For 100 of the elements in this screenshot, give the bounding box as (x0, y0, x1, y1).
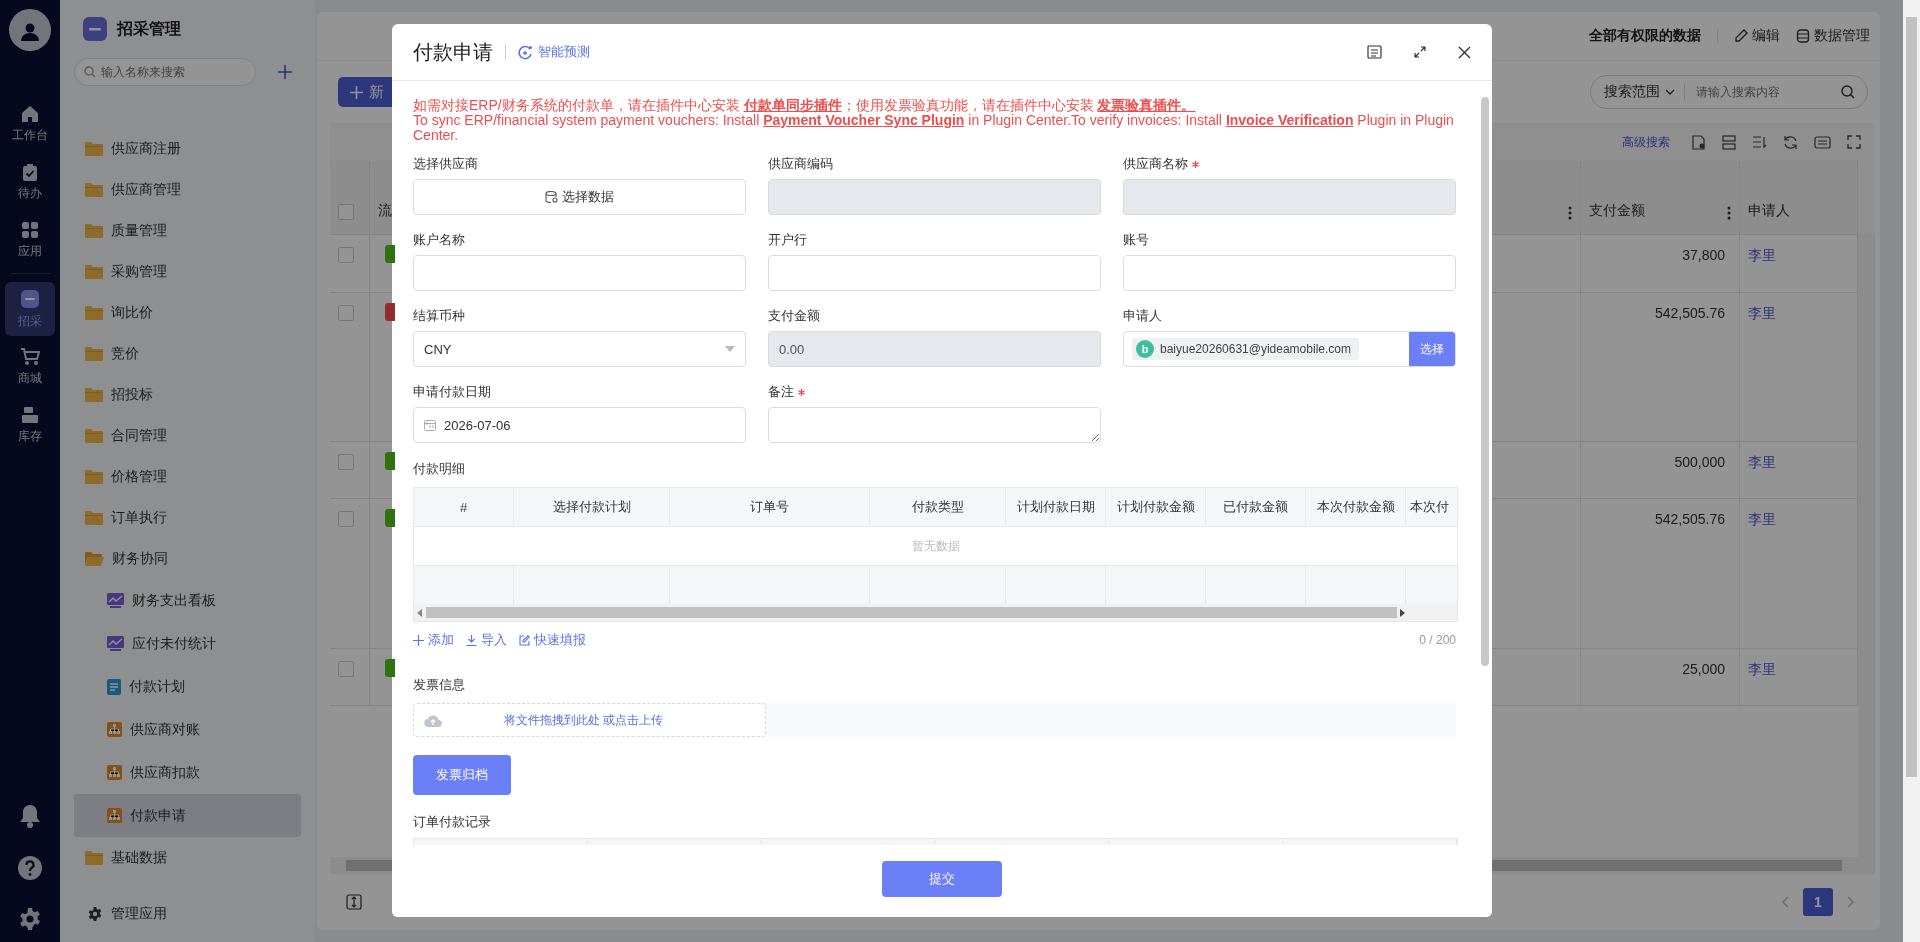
nav-item[interactable]: 待办 (5, 155, 55, 209)
add-icon[interactable] (278, 65, 292, 79)
nav-item[interactable]: 应用 (5, 213, 55, 267)
sidebar-item[interactable]: 供应商扣款 (74, 751, 301, 794)
hierarchy-icon (107, 765, 122, 780)
sidebar-item[interactable]: 付款计划 (74, 665, 301, 708)
plugin-link[interactable]: Payment Voucher Sync Plugin (763, 112, 965, 128)
sidebar-item[interactable]: 基础数据 (74, 837, 301, 878)
checkbox[interactable] (338, 305, 354, 321)
plugin-link[interactable]: Invoice Verification (1225, 112, 1354, 128)
keyboard-icon[interactable] (1814, 135, 1831, 149)
column-header: # (459, 499, 468, 515)
sort-icon[interactable] (1752, 135, 1767, 149)
sidebar-item[interactable]: 竞价 (74, 333, 301, 374)
manage-apps-link[interactable]: 管理应用 (111, 905, 167, 923)
table-action-button[interactable]: 导入 (466, 631, 507, 649)
nav-item[interactable]: 工作台 (5, 97, 55, 151)
sidebar-item[interactable]: 价格管理 (74, 456, 301, 497)
bell-icon[interactable] (19, 804, 41, 828)
expand-icon[interactable] (1414, 46, 1426, 58)
applicant-link[interactable]: 李里 (1748, 454, 1776, 472)
sidebar-item[interactable]: 质量管理 (74, 210, 301, 251)
plugin-link[interactable]: 付款单同步插件 (743, 97, 842, 113)
search-icon[interactable] (1841, 85, 1855, 99)
sidebar-item[interactable]: 财务协同 (74, 538, 301, 579)
choose-button[interactable]: 选择 (1409, 332, 1455, 366)
scrollbar[interactable] (1481, 97, 1489, 666)
user-field[interactable]: b baiyue20260631@yideamobile.com 选择 (1123, 331, 1456, 367)
remarks-field[interactable] (768, 407, 1101, 443)
currency-dropdown[interactable]: CNY (413, 331, 746, 367)
column-header: 选择付款计划 (552, 498, 631, 516)
table-cell: 25,000 (1682, 661, 1725, 677)
scroll-left-icon[interactable] (417, 608, 423, 617)
avatar[interactable] (9, 9, 51, 51)
more-icon[interactable] (1568, 206, 1572, 220)
page-button[interactable]: 1 (1803, 888, 1833, 916)
applicant-link[interactable]: 李里 (1748, 305, 1776, 323)
layout-icon[interactable] (1722, 134, 1736, 150)
sidebar-item[interactable]: 询比价 (74, 292, 301, 333)
sidebar-item[interactable]: 合同管理 (74, 415, 301, 456)
scroll-right-icon[interactable] (1400, 608, 1406, 617)
date-field[interactable]: 2026-07-06 (413, 407, 746, 443)
list-icon[interactable] (1367, 45, 1382, 59)
field-label: 供应商名称 (1123, 155, 1188, 173)
scrollbar[interactable] (414, 604, 1457, 621)
nav-item[interactable]: 商城 (5, 340, 55, 394)
sidebar-item[interactable]: 招投标 (74, 374, 301, 415)
submit-button[interactable]: 提交 (882, 861, 1002, 897)
upload-zone[interactable]: 将文件拖拽到此处 或点击上传 (413, 703, 766, 737)
close-icon[interactable] (1458, 45, 1471, 59)
checkbox[interactable] (338, 661, 354, 677)
sidebar-item[interactable]: 订单执行 (74, 497, 301, 538)
advanced-search-link[interactable]: 高级搜索 (1622, 133, 1670, 151)
sidebar-item[interactable]: 应付未付统计 (74, 622, 301, 665)
sidebar-item[interactable]: 供应商对账 (74, 708, 301, 751)
table-action-button[interactable]: 快速填报 (519, 631, 586, 649)
data-scope-label[interactable]: 全部有权限的数据 (1589, 27, 1701, 45)
table-action-button[interactable]: 添加 (413, 631, 454, 649)
plugin-link[interactable]: 发票验真插件。 (1097, 97, 1196, 113)
checkbox[interactable] (338, 204, 354, 220)
search-scope-dropdown[interactable]: 搜索范围 (1604, 83, 1660, 101)
export-icon[interactable] (1692, 134, 1706, 150)
header-action[interactable]: 编辑 (1734, 27, 1780, 45)
sidebar-item[interactable]: 供应商管理 (74, 169, 301, 210)
sidebar-item[interactable]: 财务支出看板 (74, 579, 301, 622)
row-height-icon[interactable] (346, 894, 362, 910)
checkbox[interactable] (338, 247, 354, 263)
text-field[interactable] (413, 255, 746, 291)
archive-invoice-button[interactable]: 发票归档 (413, 755, 511, 795)
field-label: 结算币种 (413, 307, 465, 325)
fullscreen-icon[interactable] (1847, 135, 1861, 149)
field-label: 申请付款日期 (413, 383, 491, 401)
edit-icon (519, 634, 530, 646)
previous-page-icon[interactable] (1781, 896, 1789, 908)
smart-predict-button[interactable]: 智能预测 (518, 43, 590, 61)
field-label: 选择供应商 (413, 155, 478, 173)
text-field[interactable] (1123, 255, 1456, 291)
column-header: 付款类型 (911, 498, 964, 516)
help-icon[interactable] (18, 856, 42, 880)
sidebar-item[interactable]: 付款申请 (74, 794, 301, 837)
next-page-icon[interactable] (1847, 896, 1855, 908)
hierarchy-icon (107, 722, 122, 737)
header-action[interactable]: 数据管理 (1796, 27, 1870, 45)
applicant-link[interactable]: 李里 (1748, 247, 1776, 265)
more-icon[interactable] (1727, 206, 1731, 220)
sidebar-item[interactable]: 供应商注册 (74, 128, 301, 169)
checkbox[interactable] (338, 454, 354, 470)
plus-icon (413, 634, 424, 646)
nav-item[interactable]: 库存 (5, 398, 55, 452)
checkbox[interactable] (338, 511, 354, 527)
text-field[interactable] (768, 255, 1101, 291)
chevron-down-icon (1665, 89, 1675, 95)
select-data-button[interactable]: 选择数据 (413, 179, 746, 215)
applicant-link[interactable]: 李里 (1748, 661, 1776, 679)
search-field[interactable]: 输入名称来搜索 (74, 58, 256, 86)
applicant-link[interactable]: 李里 (1748, 511, 1776, 529)
refresh-icon[interactable] (1783, 134, 1798, 150)
settings-icon[interactable] (19, 908, 41, 930)
sidebar-item[interactable]: 采购管理 (74, 251, 301, 292)
download-icon (466, 634, 477, 646)
